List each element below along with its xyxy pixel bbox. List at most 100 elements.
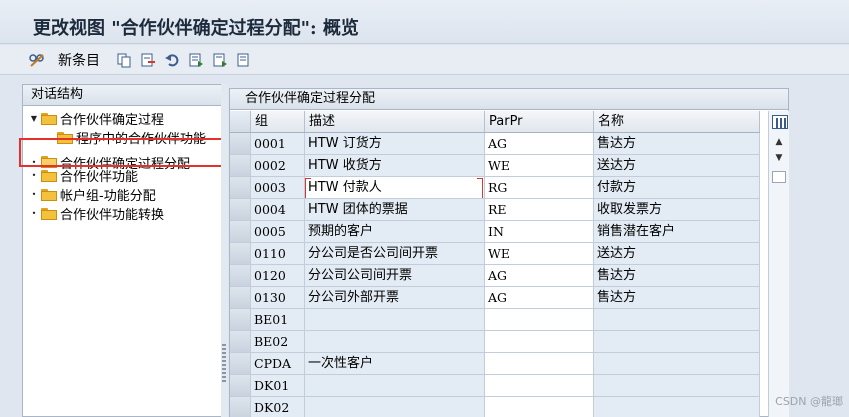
cell-parpr-input[interactable] bbox=[485, 375, 594, 396]
cell-description-input[interactable] bbox=[305, 375, 485, 396]
cell-description-input[interactable] bbox=[305, 309, 485, 330]
cell-group: CPDA bbox=[251, 353, 305, 374]
table-row: 0130 分公司外部开票 AG 售达方 bbox=[230, 287, 760, 309]
column-header-description[interactable]: 描述 bbox=[305, 111, 485, 132]
table-row: 0110 分公司是否公司间开票 WE 送达方 bbox=[230, 243, 760, 265]
table-row: 0003 HTW 付款人 RG 付款方 bbox=[230, 177, 760, 199]
cell-description-input[interactable] bbox=[305, 397, 485, 417]
cell-description-input[interactable]: HTW 收货方 bbox=[305, 155, 485, 176]
cell-name bbox=[594, 331, 760, 352]
table-row: BE01 bbox=[230, 309, 760, 331]
tree-item-label: 帐户组-功能分配 bbox=[60, 189, 156, 204]
panel-splitter[interactable] bbox=[221, 84, 228, 417]
cell-description-input[interactable]: 分公司外部开票 bbox=[305, 287, 485, 308]
tree-item[interactable]: ▼ 合作伙伴确定过程 bbox=[29, 109, 164, 128]
row-selector-button[interactable] bbox=[230, 375, 251, 396]
select-all-rows-button[interactable] bbox=[230, 111, 251, 132]
deselect-all-button[interactable] bbox=[236, 51, 252, 69]
expand-arrow-icon[interactable]: ▼ bbox=[29, 114, 39, 123]
cell-description-input[interactable]: HTW 团体的票据 bbox=[305, 199, 485, 220]
scroll-down-icon[interactable]: ▼ bbox=[772, 151, 786, 165]
row-selector-button[interactable] bbox=[230, 155, 251, 176]
cell-parpr-input[interactable]: RE bbox=[485, 199, 594, 220]
vertical-scrollbar[interactable]: ▲ ▼ bbox=[768, 111, 789, 417]
bullet-icon: • bbox=[31, 209, 37, 218]
cell-name bbox=[594, 353, 760, 374]
row-selector-button[interactable] bbox=[230, 397, 251, 417]
column-header-name[interactable]: 名称 bbox=[594, 111, 760, 132]
delete-icon bbox=[141, 53, 155, 67]
cell-group: DK02 bbox=[251, 397, 305, 417]
dialog-structure-header: 对话结构 bbox=[23, 85, 221, 106]
cell-parpr-input[interactable] bbox=[485, 309, 594, 330]
data-grid: 组 描述 ParPr 名称 0001 HTW 订货方 AG 售达方 0002 HTW 收货… bbox=[230, 111, 760, 417]
folder-icon bbox=[41, 112, 57, 125]
row-selector-button[interactable] bbox=[230, 243, 251, 264]
column-header-group[interactable]: 组 bbox=[251, 111, 305, 132]
tree-item[interactable]: • 合作伙伴功能 bbox=[29, 166, 138, 185]
cell-group: 0120 bbox=[251, 265, 305, 286]
toggle-display-change-button[interactable] bbox=[28, 51, 46, 69]
cell-parpr-input[interactable]: RG bbox=[485, 177, 594, 198]
cell-parpr-input[interactable] bbox=[485, 397, 594, 417]
table-row: DK02 bbox=[230, 397, 760, 417]
cell-description-input[interactable]: 预期的客户 bbox=[305, 221, 485, 242]
table-row: 0001 HTW 订货方 AG 售达方 bbox=[230, 133, 760, 155]
table-control: 合作伙伴确定过程分配 组 描述 ParPr 名称 0001 HTW 订货方 AG 售达… bbox=[229, 88, 789, 417]
row-selector-button[interactable] bbox=[230, 353, 251, 374]
deselect-all-icon bbox=[237, 53, 249, 67]
cell-group: 0005 bbox=[251, 221, 305, 242]
select-all-button[interactable] bbox=[188, 51, 204, 69]
cell-description-input[interactable]: 分公司公司间开票 bbox=[305, 265, 485, 286]
column-header-parpr[interactable]: ParPr bbox=[485, 111, 594, 132]
row-selector-button[interactable] bbox=[230, 177, 251, 198]
cell-group: 0130 bbox=[251, 287, 305, 308]
cell-name: 收取发票方 bbox=[594, 199, 760, 220]
scroll-thumb[interactable] bbox=[772, 171, 786, 183]
row-selector-button[interactable] bbox=[230, 331, 251, 352]
window-title: 更改视图 "合作伙伴确定过程分配": 概览 bbox=[33, 18, 359, 39]
new-entries-button[interactable]: 新条目 bbox=[54, 51, 100, 69]
cell-description-input[interactable]: 分公司是否公司间开票 bbox=[305, 243, 485, 264]
cell-parpr-input[interactable]: WE bbox=[485, 155, 594, 176]
cell-parpr-input[interactable] bbox=[485, 331, 594, 352]
cell-parpr-input[interactable]: AG bbox=[485, 287, 594, 308]
table-row: BE02 bbox=[230, 331, 760, 353]
title-bar: 更改视图 "合作伙伴确定过程分配": 概览 bbox=[0, 0, 849, 44]
column-configuration-icon[interactable] bbox=[772, 115, 788, 129]
cell-description-input[interactable]: HTW 订货方 bbox=[305, 133, 485, 154]
cell-name: 付款方 bbox=[594, 177, 760, 198]
table-row: 0120 分公司公司间开票 AG 售达方 bbox=[230, 265, 760, 287]
copy-as-button[interactable] bbox=[116, 51, 132, 69]
row-selector-button[interactable] bbox=[230, 309, 251, 330]
row-selector-button[interactable] bbox=[230, 221, 251, 242]
table-row: DK01 bbox=[230, 375, 760, 397]
cell-name: 送达方 bbox=[594, 243, 760, 264]
delete-button[interactable] bbox=[140, 51, 156, 69]
tree-item[interactable]: • 帐户组-功能分配 bbox=[29, 185, 156, 204]
cell-description-input[interactable]: 一次性客户 bbox=[305, 353, 485, 374]
scroll-up-icon[interactable]: ▲ bbox=[772, 135, 786, 149]
row-selector-button[interactable] bbox=[230, 287, 251, 308]
cell-parpr-input[interactable] bbox=[485, 353, 594, 374]
tree-item[interactable]: • 合作伙伴功能转换 bbox=[29, 204, 164, 223]
select-block-button[interactable] bbox=[212, 51, 228, 69]
cell-description-input[interactable]: HTW 付款人 bbox=[305, 177, 485, 198]
cell-parpr-input[interactable]: AG bbox=[485, 265, 594, 286]
cell-group: 0001 bbox=[251, 133, 305, 154]
table-row: CPDA 一次性客户 bbox=[230, 353, 760, 375]
row-selector-button[interactable] bbox=[230, 133, 251, 154]
cell-parpr-input[interactable]: AG bbox=[485, 133, 594, 154]
cell-parpr-input[interactable]: WE bbox=[485, 243, 594, 264]
cell-name bbox=[594, 397, 760, 417]
glasses-pencil-icon bbox=[29, 54, 44, 67]
cell-description-input[interactable] bbox=[305, 331, 485, 352]
application-toolbar: 新条目 bbox=[0, 45, 849, 75]
row-selector-button[interactable] bbox=[230, 199, 251, 220]
cell-group: 0003 bbox=[251, 177, 305, 198]
cell-parpr-input[interactable]: IN bbox=[485, 221, 594, 242]
row-selector-button[interactable] bbox=[230, 265, 251, 286]
undo-change-button[interactable] bbox=[164, 51, 180, 69]
new-entries-label: 新条目 bbox=[58, 53, 100, 69]
cell-group: DK01 bbox=[251, 375, 305, 396]
